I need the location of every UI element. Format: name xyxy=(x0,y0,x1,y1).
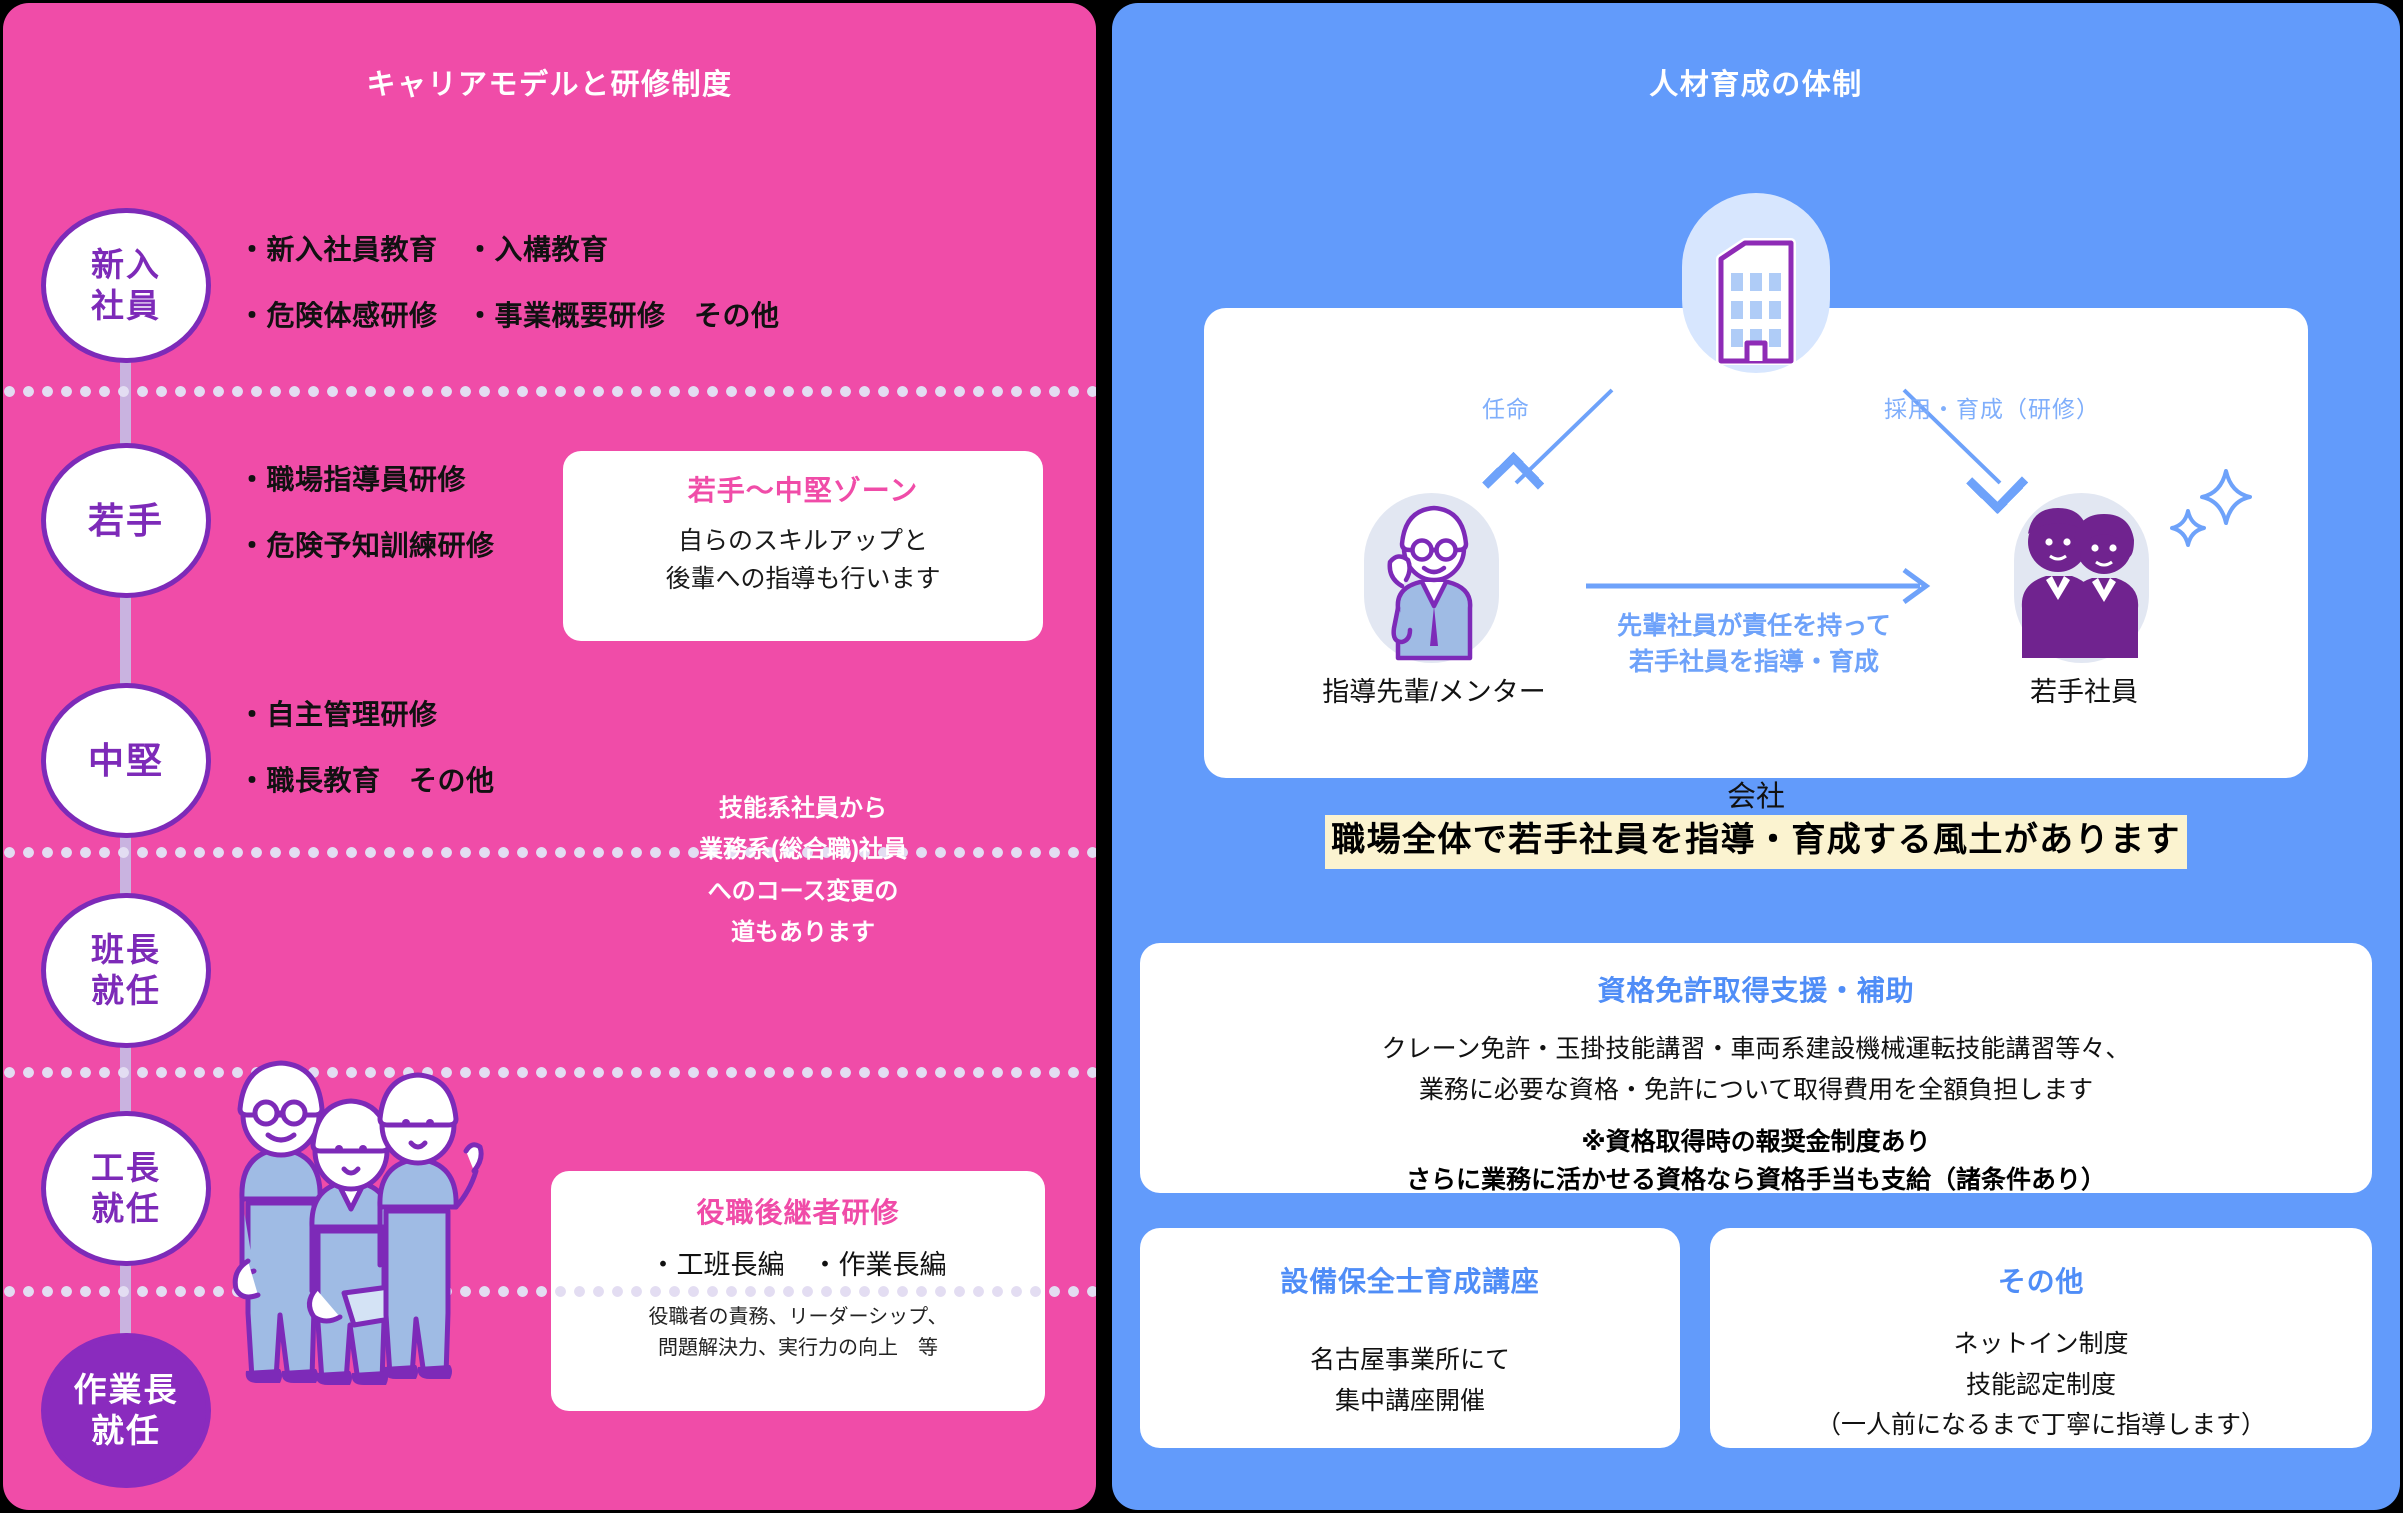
wakate-chuken-zone-callout: 若手〜中堅ゾーン 自らのスキルアップと 後輩への指導も行います xyxy=(563,451,1043,641)
facility-maintenance-course-card: 設備保全士育成講座 名古屋事業所にて 集中講座開催 xyxy=(1140,1228,1680,1448)
other-programs-card: その他 ネットイン制度 技能認定制度 （一人前になるまで丁寧に指導します） xyxy=(1710,1228,2372,1448)
stage-divider-3 xyxy=(3,1066,1096,1079)
bullet-line: ・自主管理研修 xyxy=(238,699,438,730)
young-employees-figure-icon xyxy=(2016,500,2148,665)
node-line: 新入 xyxy=(91,246,161,284)
stage-bullets-chuken: ・自主管理研修 ・職長教育 その他 xyxy=(238,693,495,799)
card-line: 業務に必要な資格・免許について取得費用を全額負担します xyxy=(1418,1075,2094,1104)
node-line: 就任 xyxy=(91,971,161,1009)
young-employees-label: 若手社員 xyxy=(2030,677,2138,707)
mentor-structure-card: 任命 採用・育成（研修） 会社 指導先輩/メンター 若手社員 先輩社員が責任を持… xyxy=(1204,308,2308,813)
caption-line: 先輩社員が責任を持って xyxy=(1617,612,1891,640)
left-panel-title: キャリアモデルと研修制度 xyxy=(366,69,733,101)
bullet-line: ・危険体感研修 ・事業概要研修 その他 xyxy=(238,300,780,331)
callout-title: 若手〜中堅ゾーン xyxy=(687,475,919,506)
qualification-support-card: 資格免許取得支援・補助 クレーン免許・玉掛技能講習・車両系建設機械運転技能講習等… xyxy=(1140,943,2372,1194)
stage-bullets-shinnyu-shain: ・新入社員教育 ・入構教育 ・危険体感研修 ・事業概要研修 その他 xyxy=(238,228,780,334)
mentor-figure-icon xyxy=(1372,496,1492,666)
culture-highlight-banner: 職場全体で若手社員を指導・育成する風土があります xyxy=(1112,815,2400,869)
caption-line: 若手社員を指導・育成 xyxy=(1628,648,1879,677)
card-line: クレーン免許・玉掛技能講習・車両系建設機械運転技能講習等々、 xyxy=(1381,1035,2131,1063)
bullet-line: ・危険予知訓練研修 xyxy=(238,530,495,561)
node-line: 社員 xyxy=(91,286,161,324)
sparkle-icon xyxy=(2164,463,2256,560)
note-line: 技能系社員から xyxy=(719,795,887,822)
arrow-label-saiyo-ikusei: 採用・育成（研修） xyxy=(1884,396,2100,422)
stage-node-wakate[interactable]: 若手 xyxy=(41,443,211,598)
stage-bullets-wakate: ・職場指導員研修 ・危険予知訓練研修 xyxy=(238,458,495,564)
three-workers-illustration xyxy=(218,1003,488,1393)
node-line: 就任 xyxy=(91,1411,161,1449)
infographic-root: キャリアモデルと研修制度 新入 社員 ・新入社員教育 ・入構教育 ・危険体感研修… xyxy=(0,0,2403,1513)
note-line: 業務系(総合職)社員 xyxy=(699,836,907,864)
card-bold-line: ※資格取得時の報奨金制度あり xyxy=(1581,1128,1931,1156)
stage-divider-1 xyxy=(3,385,1096,398)
stage-node-sagyocho-shunin[interactable]: 作業長 就任 xyxy=(41,1333,211,1488)
stage-node-hancho-shunin[interactable]: 班長 就任 xyxy=(41,893,211,1048)
culture-highlight-text: 職場全体で若手社員を指導・育成する風土があります xyxy=(1325,815,2187,869)
node-line: 工長 xyxy=(91,1149,161,1187)
callout-title: 役職後継者研修 xyxy=(696,1197,900,1228)
callout-line: 自らのスキルアップと xyxy=(677,527,928,555)
node-line: 若手 xyxy=(87,499,164,541)
career-model-panel: キャリアモデルと研修制度 新入 社員 ・新入社員教育 ・入構教育 ・危険体感研修… xyxy=(3,3,1096,1510)
stage-node-shinnyu-shain[interactable]: 新入 社員 xyxy=(41,208,211,363)
bullet-line: ・職場指導員研修 xyxy=(238,464,467,495)
arrow-label-ninmei: 任命 xyxy=(1482,396,1530,422)
card-line: （一人前になるまで丁寧に指導します） xyxy=(1815,1411,2266,1439)
course-change-note: 技能系社員から 業務系(総合職)社員 へのコース変更の 道もあります xyxy=(643,788,963,953)
stage-node-chuken[interactable]: 中堅 xyxy=(41,683,211,838)
node-line: 中堅 xyxy=(87,739,164,781)
card-line: 集中講座開催 xyxy=(1334,1386,1485,1415)
stage-node-kocho-shunin[interactable]: 工長 就任 xyxy=(41,1111,211,1266)
note-line: 道もあります xyxy=(731,918,875,946)
card-title: 設備保全士育成講座 xyxy=(1280,1266,1540,1297)
callout-main-line: ・工班長編 ・作業長編 xyxy=(649,1250,947,1280)
card-line: 技能認定制度 xyxy=(1965,1370,2116,1399)
talent-development-panel: 人材育成の体制 任命 採用・育成（研修） 会社 指導先輩/メンター 若手社員 先… xyxy=(1112,3,2400,1510)
card-title: その他 xyxy=(1997,1266,2085,1297)
node-line: 就任 xyxy=(91,1189,161,1227)
stage-divider-4 xyxy=(3,1285,1096,1298)
callout-sub-line: 役職者の責務、リーダーシップ、 xyxy=(648,1305,948,1328)
node-line: 班長 xyxy=(91,931,161,969)
mentor-arrow-caption: 先輩社員が責任を持って 若手社員を指導・育成 xyxy=(1534,608,1974,681)
callout-line: 後輩への指導も行います xyxy=(665,564,941,593)
callout-sub-line: 問題解決力、実行力の向上 等 xyxy=(658,1336,938,1359)
company-label: 会社 xyxy=(1726,781,1785,813)
card-title: 資格免許取得支援・補助 xyxy=(1597,975,1915,1006)
note-line: へのコース変更の xyxy=(707,877,899,905)
bullet-line: ・新入社員教育 ・入構教育 xyxy=(238,234,609,265)
right-panel-title: 人材育成の体制 xyxy=(1649,69,1863,101)
node-line: 作業長 xyxy=(73,1371,179,1409)
card-bold-line: さらに業務に活かせる資格なら資格手当も支給（諸条件あり） xyxy=(1405,1165,2106,1194)
card-line: ネットイン制度 xyxy=(1953,1330,2129,1358)
bullet-line: ・職長教育 その他 xyxy=(238,765,495,796)
card-line: 名古屋事業所にて xyxy=(1309,1346,1510,1374)
